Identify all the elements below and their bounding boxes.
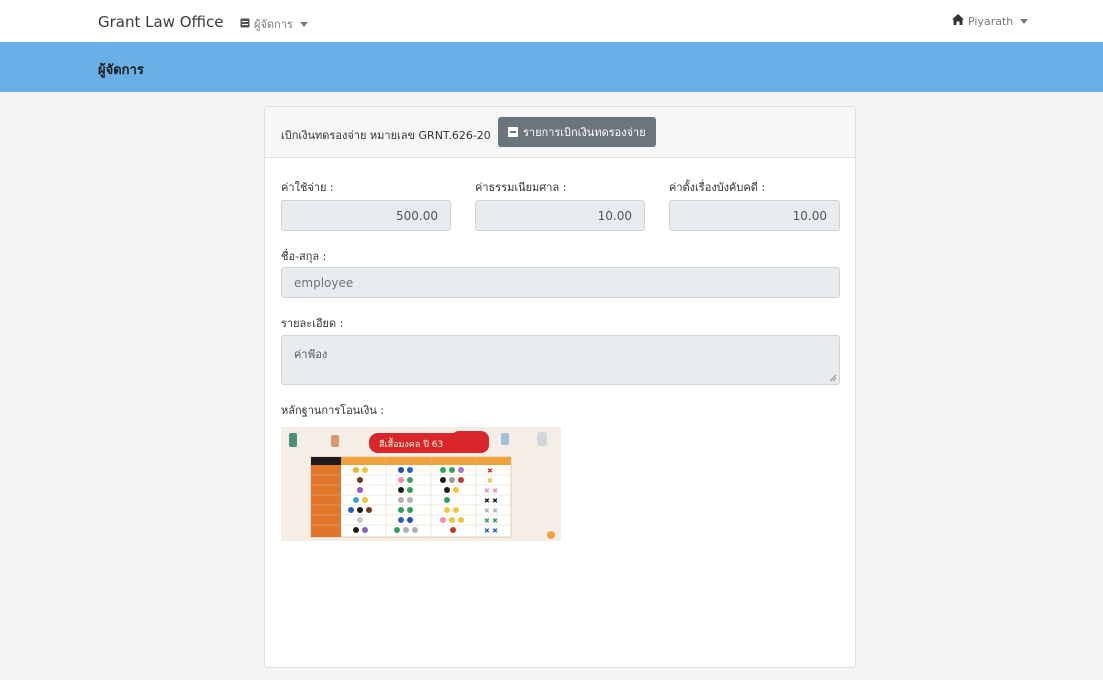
enforcement-fee-label: ค่าตั้งเรื่องบังคับคดี : [669,181,766,194]
enforcement-fee-value: 10.00 [792,208,827,223]
color-table: ✖ ✖ ✖ ✖ ✖ ✖ ✖ ✖ ✖ ✖ ✖ ✖ [310,456,512,538]
detail-label: รายละเอียด : [281,317,344,330]
advance-list-button-label: รายการเบิกเงินทดรองจ่าย [523,127,646,139]
name-label: ชื่อ-สกุล : [281,250,327,263]
transfer-proof-image[interactable]: สีเสื้อมงคล ปี 63 ✖ ✖ ✖ ✖ ✖ ✖ ✖ ✖ ✖ ✖ ✖ … [281,427,561,541]
svg-text:✖ ✖: ✖ ✖ [484,507,498,515]
user-menu-label: Piyarath [968,14,1014,28]
svg-text:✖ ✖: ✖ ✖ [484,487,498,495]
page-title-bar: ผู้จัดการ [0,42,1103,92]
resize-handle-icon[interactable] [829,374,837,382]
court-fee-value: 10.00 [597,208,632,223]
list-icon [240,18,250,31]
svg-text:✖ ✖: ✖ ✖ [484,497,498,505]
home-icon [952,14,964,28]
card-header-title: เบิกเงินทดรองจ่าย หมายเลข GRNT.626-20 [281,129,491,142]
card-header: เบิกเงินทดรองจ่าย หมายเลข GRNT.626-20 รา… [265,107,855,158]
user-menu[interactable]: Piyarath [952,14,1029,28]
advance-list-button[interactable]: รายการเบิกเงินทดรองจ่าย [498,117,656,147]
page-title: ผู้จัดการ [98,63,144,78]
top-navbar: Grant Law Office ผู้จัดการ Piyarath [0,0,1103,42]
list-icon [508,127,518,137]
brand-link[interactable]: Grant Law Office [98,13,224,31]
enforcement-fee-field[interactable]: 10.00 [669,200,840,231]
expense-label: ค่าใช้จ่าย : [281,181,334,194]
name-value: employee [294,275,354,290]
expense-value: 500.00 [396,208,438,223]
svg-text:✖: ✖ [487,477,493,485]
court-fee-field[interactable]: 10.00 [475,200,645,231]
lucky-color-chart-image: สีเสื้อมงคล ปี 63 ✖ ✖ ✖ ✖ ✖ ✖ ✖ ✖ ✖ ✖ ✖ … [281,427,561,541]
chevron-down-icon [1020,18,1029,24]
detail-value: ค่าฟ้อง [294,348,328,361]
proof-label: หลักฐานการโอนเงิน : [281,404,385,417]
detail-textarea[interactable]: ค่าฟ้อง [281,335,840,385]
advance-payment-card: เบิกเงินทดรองจ่าย หมายเลข GRNT.626-20 รา… [264,106,856,668]
manager-menu[interactable]: ผู้จัดการ [240,15,308,33]
svg-text:✖ ✖: ✖ ✖ [484,517,498,525]
chevron-down-icon [299,21,308,27]
name-field[interactable]: employee [281,267,840,298]
svg-text:✖: ✖ [487,467,493,475]
court-fee-label: ค่าธรรมเนียมศาล : [475,181,567,194]
expense-field[interactable]: 500.00 [281,200,451,231]
manager-menu-label: ผู้จัดการ [254,18,293,31]
svg-text:✖ ✖: ✖ ✖ [484,527,498,535]
